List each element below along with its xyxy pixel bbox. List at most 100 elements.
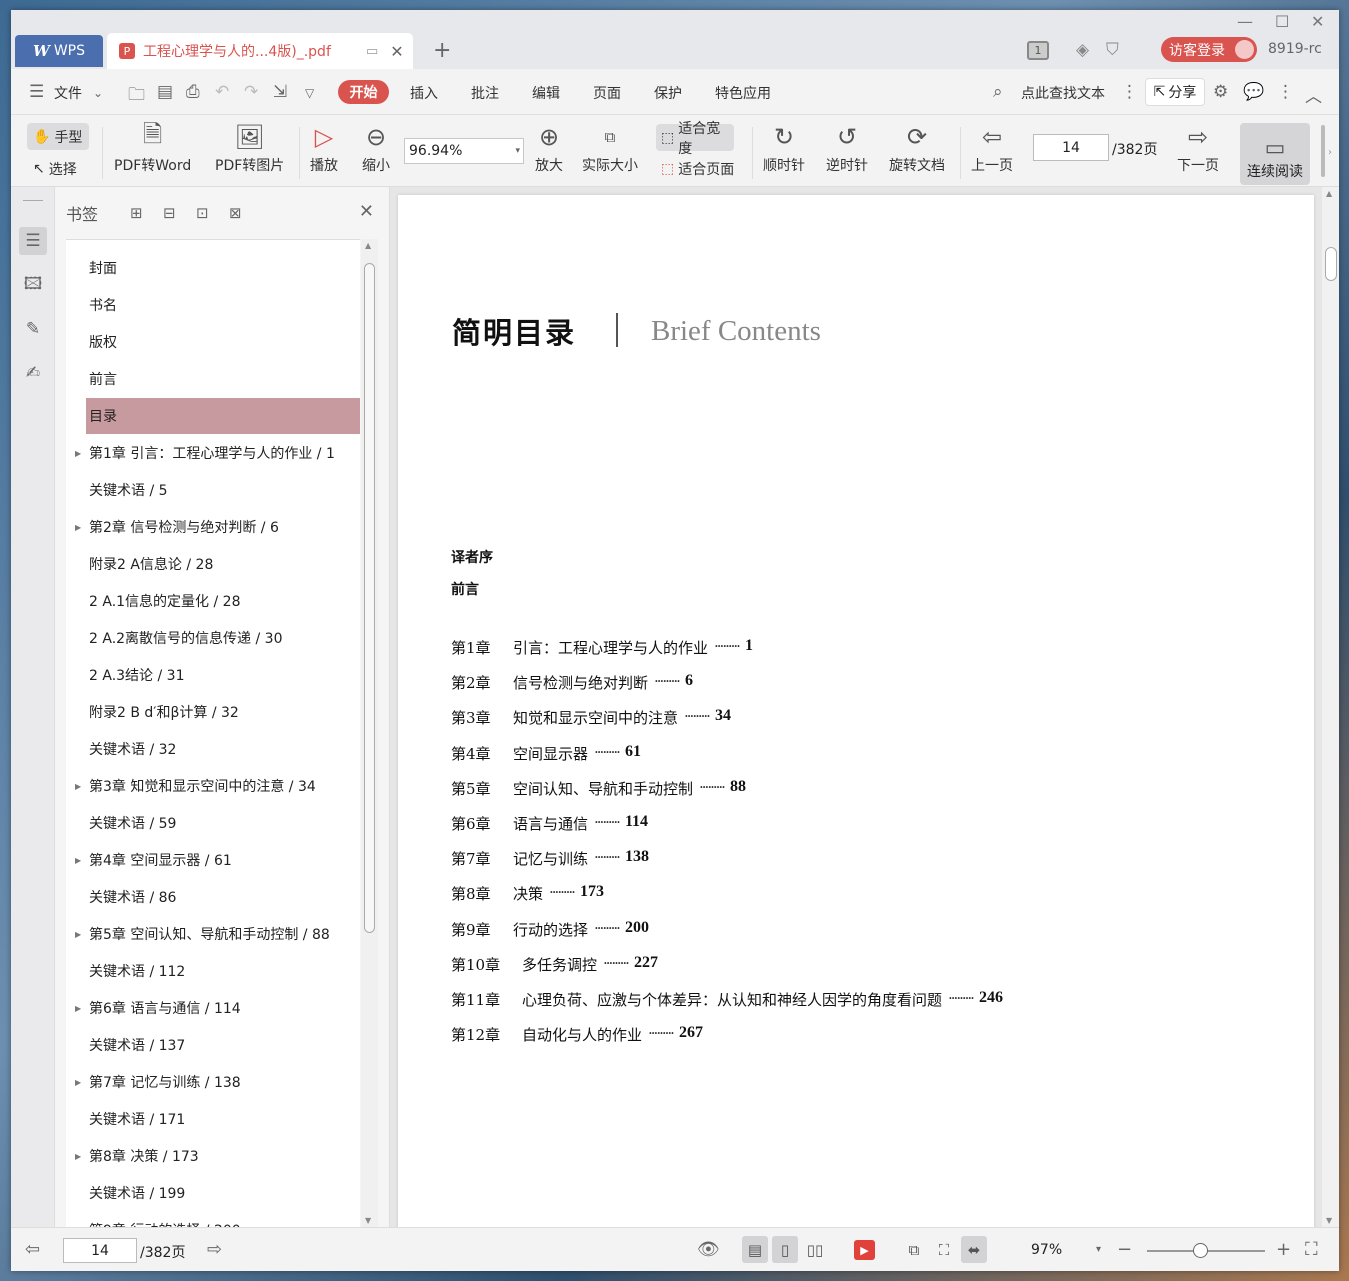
more-options-icon[interactable]: ⋮ xyxy=(1277,82,1294,102)
find-text-button[interactable]: 点此查找文本 xyxy=(1021,83,1105,103)
two-page-button[interactable]: ▯▯ xyxy=(802,1236,828,1263)
toc-entry[interactable]: 第1章 引言：工程心理学与人的作业 ········· 1 xyxy=(451,637,753,658)
comment-icon[interactable]: 💬 xyxy=(1243,82,1264,102)
actual-size-button[interactable]: ⧉ 实际大小 xyxy=(582,119,638,175)
zoom-percent[interactable]: 97% xyxy=(1031,1242,1062,1258)
bookmark-item[interactable]: ▶ 第4章 空间显示器 / 61 xyxy=(66,842,360,878)
prev-page-button[interactable]: ⇦ 上一页 xyxy=(971,119,1013,175)
scroll-down-icon[interactable]: ▼ xyxy=(1326,1216,1332,1225)
rotate-clockwise-button[interactable]: ↻ 顺时针 xyxy=(763,119,805,175)
bookmark-item[interactable]: ▶ 第5章 空间认知、导航和手动控制 / 88 xyxy=(66,916,360,952)
toc-entry[interactable]: 第8章 决策 ········· 173 xyxy=(451,883,604,904)
scroll-up-icon[interactable]: ▲ xyxy=(1326,189,1332,198)
bookmark-item[interactable]: ▶第9章 行动的选择 / 200 xyxy=(66,1212,360,1227)
bookmark-item[interactable]: ▶ 第7章 记忆与训练 / 138 xyxy=(66,1064,360,1100)
next-page-icon[interactable]: ⇨ xyxy=(207,1239,222,1260)
menu-tab-features[interactable]: 特色应用 xyxy=(715,83,771,103)
minimize-icon[interactable]: — xyxy=(1237,12,1253,31)
toc-entry[interactable]: 第6章 语言与通信 ········· 114 xyxy=(451,813,648,834)
undo-icon[interactable]: ↶ xyxy=(215,82,229,102)
hand-tool-button[interactable]: ✋ 手型 xyxy=(27,123,89,150)
play-slideshow-icon[interactable]: ▶ xyxy=(854,1240,875,1260)
maximize-icon[interactable]: ☐ xyxy=(1275,12,1289,31)
thumbnail-icon[interactable]: 🖾 xyxy=(19,271,47,299)
eye-protection-icon[interactable]: 👁 xyxy=(697,1239,720,1260)
menu-tab-annotate[interactable]: 批注 xyxy=(471,83,499,103)
print-icon[interactable]: ⎙ xyxy=(186,82,200,102)
expand-triangle-icon[interactable]: ▶ xyxy=(75,1152,81,1161)
fit-width-icon[interactable]: ⬌ xyxy=(961,1236,987,1263)
continuous-reading-button[interactable]: ▭ 连续阅读 xyxy=(1240,123,1310,185)
bookmark-item[interactable]: 目录 xyxy=(86,398,360,434)
bookmark-item[interactable]: 封面 xyxy=(66,250,360,286)
redo-icon[interactable]: ↷ xyxy=(244,82,258,102)
zoom-out-button[interactable]: ⊖ 缩小 xyxy=(362,119,390,175)
share-button[interactable]: ⇱ 分享 xyxy=(1145,78,1205,106)
bookmark-item[interactable]: 附录2 B d′和β计算 / 32 xyxy=(66,694,360,730)
bookmark-item[interactable]: 2 A.2离散信号的信息传递 / 30 xyxy=(66,620,360,656)
fit-page-button[interactable]: ⬚ 适合页面 xyxy=(661,159,734,179)
bookmark-scroll-thumb[interactable] xyxy=(364,263,375,933)
new-tab-icon[interactable]: + xyxy=(433,38,451,63)
bookmark-item[interactable]: ▶ 第1章 引言：工程心理学与人的作业 / 1 xyxy=(66,435,360,471)
expand-triangle-icon[interactable]: ▶ xyxy=(75,930,81,939)
expand-triangle-icon[interactable]: ▶ xyxy=(75,1004,81,1013)
skin-icon[interactable]: ◈ xyxy=(1076,40,1089,60)
search-icon[interactable]: ⌕ xyxy=(993,82,1003,102)
toc-entry[interactable]: 第11章 心理负荷、应激与个体差异：从认知和神经人因学的角度看问题 ········… xyxy=(451,989,1003,1010)
toc-entry[interactable]: 第10章 多任务调控 ········· 227 xyxy=(451,954,658,975)
fit-width-button[interactable]: ⬚ 适合宽度 xyxy=(656,121,734,157)
status-page-input[interactable]: 14 xyxy=(63,1238,137,1263)
toc-entry[interactable]: 第4章 空间显示器 ········· 61 xyxy=(451,743,641,764)
pdf-to-image-button[interactable]: 🖼 PDF转图片 xyxy=(215,119,284,175)
bookmark-item[interactable]: 附录2 A信息论 / 28 xyxy=(66,546,360,582)
bookmark-item[interactable]: ▶ 第8章 决策 / 173 xyxy=(66,1138,360,1174)
fullscreen-icon[interactable]: ⛶ xyxy=(1305,1239,1318,1260)
bookmark-scrollbar[interactable]: ▲ ▼ xyxy=(361,239,378,1227)
bookmark-item[interactable]: 2 A.3结论 / 31 xyxy=(66,657,360,693)
bookmark-item[interactable]: 2 A.1信息的定量化 / 28 xyxy=(66,583,360,619)
expand-triangle-icon[interactable]: ▶ xyxy=(75,782,81,791)
toolbar-scroll-handle[interactable] xyxy=(1321,125,1325,177)
document-scrollbar[interactable]: ▲ ▼ xyxy=(1322,187,1339,1227)
export-icon[interactable]: ⇲ xyxy=(273,82,287,102)
signature-icon[interactable]: ✍ xyxy=(19,359,47,387)
guest-login-button[interactable]: 访客登录 xyxy=(1161,37,1257,62)
toc-entry[interactable]: 第2章 信号检测与绝对判断 ········· 6 xyxy=(451,672,693,693)
menu-tab-insert[interactable]: 插入 xyxy=(410,83,438,103)
single-page-button[interactable]: ▯ xyxy=(772,1236,798,1263)
shirt-icon[interactable]: ⛉ xyxy=(1106,40,1119,60)
zoom-select[interactable]: 96.94% ▾ xyxy=(404,138,524,164)
bookmark-item[interactable]: 版权 xyxy=(66,324,360,360)
page-number-input[interactable]: 14 xyxy=(1033,134,1109,161)
bookmark-item[interactable]: ▶ 第6章 语言与通信 / 114 xyxy=(66,990,360,1026)
play-button[interactable]: ▷ 播放 xyxy=(310,119,338,175)
bookmark-item[interactable]: 关键术语 / 137 xyxy=(66,1027,360,1063)
bookmark-item[interactable]: 关键术语 / 86 xyxy=(66,879,360,915)
chevron-down-icon[interactable]: ▾ xyxy=(1096,1244,1101,1255)
annotation-icon[interactable]: ✎ xyxy=(19,315,47,343)
expand-triangle-icon[interactable]: ▶ xyxy=(75,523,81,532)
monitor-icon[interactable]: ▭ xyxy=(366,44,378,59)
actual-size-icon[interactable]: ⧉ xyxy=(901,1236,927,1263)
save-icon[interactable]: ▤ xyxy=(157,82,173,102)
bookmark-item[interactable]: 关键术语 / 112 xyxy=(66,953,360,989)
pdf-to-word-button[interactable]: 🗎 PDF转Word xyxy=(114,119,191,175)
close-panel-icon[interactable]: ✕ xyxy=(359,201,374,222)
chevron-right-icon[interactable]: › xyxy=(1328,147,1332,158)
bookmark-item[interactable]: ▶ 第3章 知觉和显示空间中的注意 / 34 xyxy=(66,768,360,804)
fit-page-icon[interactable]: ⛶ xyxy=(931,1236,957,1263)
menu-tab-protect[interactable]: 保护 xyxy=(654,83,682,103)
more-dropdown-icon[interactable]: ▽ xyxy=(305,86,314,100)
bookmark-item[interactable]: 书名 xyxy=(66,287,360,323)
toc-entry[interactable]: 第3章 知觉和显示空间中的注意 ········· 34 xyxy=(451,707,731,728)
prev-page-icon[interactable]: ⇦ xyxy=(25,1239,40,1260)
next-page-button[interactable]: ⇨ 下一页 xyxy=(1177,119,1219,175)
expand-all-icon[interactable]: ⊞ xyxy=(130,204,163,222)
expand-triangle-icon[interactable]: ▶ xyxy=(75,1078,81,1087)
single-page-scroll-button[interactable]: ▤ xyxy=(742,1236,768,1263)
more-vertical-icon[interactable]: ⋮ xyxy=(1121,82,1138,102)
document-view[interactable]: 简明目录 Brief Contents 译者序 前言 第1章 引言：工程心理学与人… xyxy=(390,187,1339,1227)
gear-icon[interactable]: ⚙ xyxy=(1213,82,1228,102)
toc-entry[interactable]: 第12章 自动化与人的作业 ········· 267 xyxy=(451,1024,703,1045)
